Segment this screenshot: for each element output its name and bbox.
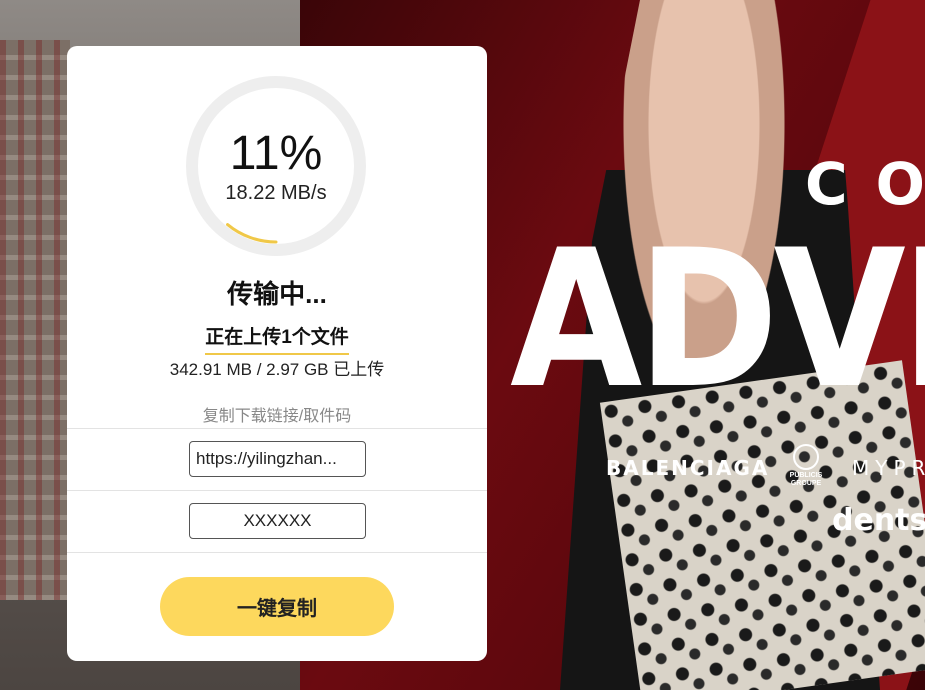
- publicis-emblem-icon: [793, 444, 819, 470]
- publicis-label: PUBLICIS GROUPE: [789, 472, 823, 487]
- pickup-code-row: [67, 490, 487, 553]
- transfer-status: 传输中...: [227, 279, 327, 309]
- banner-brand-balenciaga: BALENCIAGA: [606, 456, 770, 480]
- banner-brand-dentsu: dentsu: [832, 503, 925, 538]
- file-count-text: 正在上传1个文件: [205, 322, 349, 355]
- pickup-code-field[interactable]: [189, 503, 366, 539]
- banner-title-line2: ADVE: [510, 209, 925, 430]
- banner-brand-mypr: MYPR: [852, 456, 925, 480]
- banner-title-line1: CO: [805, 150, 925, 218]
- upload-panel: 11% 18.22 MB/s 传输中... 正在上传1个文件 342.91 MB…: [67, 46, 487, 661]
- copy-hint: 复制下载链接/取件码: [202, 408, 352, 425]
- progress-percent: 11%: [229, 127, 323, 180]
- progress-ring: 11% 18.22 MB/s: [186, 76, 366, 256]
- banner-brand-publicis-logo: PUBLICIS GROUPE: [783, 444, 829, 492]
- upload-speed: 18.22 MB/s: [225, 182, 327, 204]
- copy-all-button[interactable]: 一键复制: [160, 577, 394, 636]
- file-count-line: 正在上传1个文件: [67, 322, 487, 355]
- download-link-field[interactable]: [189, 441, 366, 477]
- upload-size: 342.91 MB / 2.97 GB 已上传: [169, 360, 385, 379]
- banner-plaid-garment: [0, 40, 70, 600]
- download-link-row: [67, 428, 487, 490]
